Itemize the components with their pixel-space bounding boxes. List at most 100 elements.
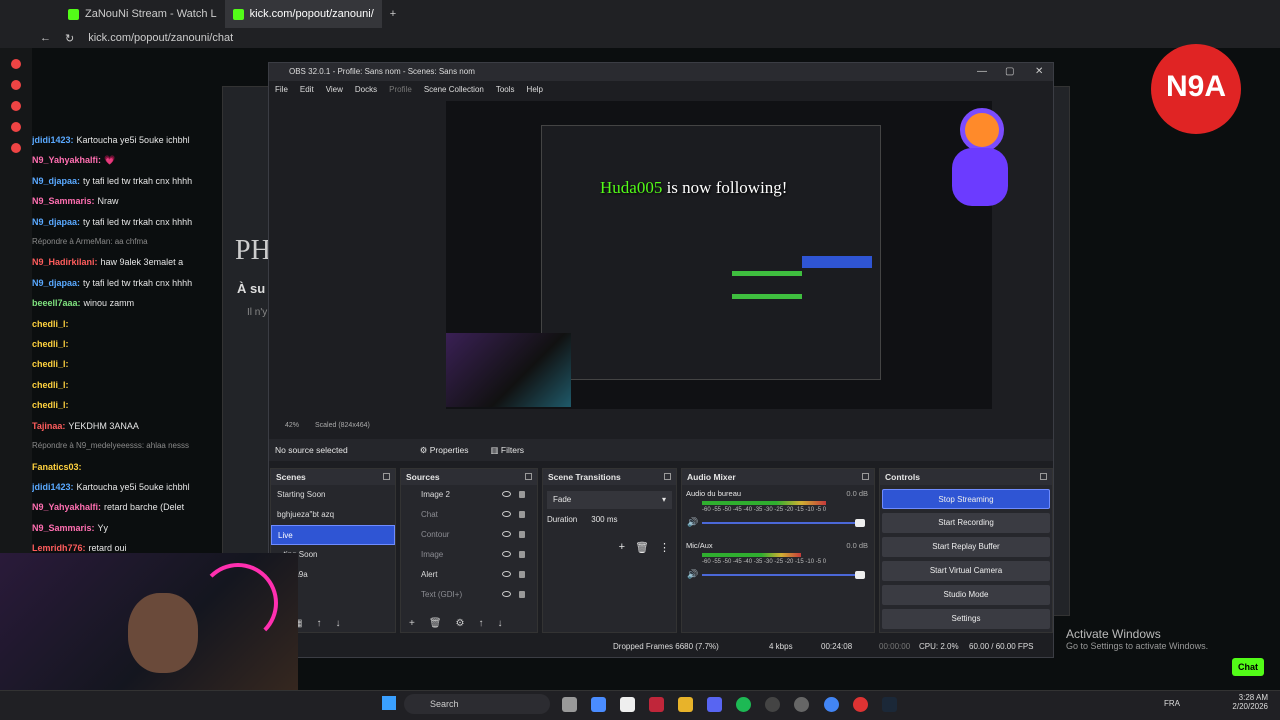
menu-icon[interactable]: ⋮ [659, 541, 670, 554]
menu-file[interactable]: File [275, 81, 288, 99]
menu-docks[interactable]: Docks [355, 81, 377, 99]
store-icon[interactable] [620, 697, 635, 712]
dock-float-icon[interactable] [525, 473, 532, 480]
add-source-icon[interactable]: + [409, 618, 415, 629]
rail-icon[interactable] [11, 59, 21, 69]
windows-start-icon[interactable] [382, 696, 396, 710]
menu-scene-collection[interactable]: Scene Collection [424, 81, 484, 99]
url-text[interactable]: kick.com/popout/zanouni/chat [88, 32, 233, 44]
chat-username[interactable]: N9_djapaa: [32, 217, 80, 227]
scene-item[interactable]: bghjueza"bt azq [271, 505, 395, 525]
file-explorer-icon[interactable] [562, 697, 577, 712]
speaker-icon[interactable]: 🔊 [687, 517, 698, 528]
eye-hidden-icon[interactable] [502, 511, 511, 517]
remove-source-icon[interactable]: 🗑 [429, 618, 442, 629]
menu-profile[interactable]: Profile [389, 81, 412, 99]
remove-transition-icon[interactable]: 🗑 [635, 541, 649, 554]
scale-mode[interactable]: Scaled (824x464) [315, 422, 370, 429]
opera-icon[interactable] [649, 697, 664, 712]
tab-zanouni-stream[interactable]: ZaNouNi Stream - Watch L [60, 0, 225, 28]
dock-float-icon[interactable] [1040, 473, 1047, 480]
scene-item[interactable]: Live [271, 525, 395, 545]
discord-icon[interactable] [707, 697, 722, 712]
eye-icon[interactable] [502, 571, 511, 577]
lock-icon[interactable] [519, 531, 525, 538]
menu-edit[interactable]: Edit [300, 81, 314, 99]
chat-username[interactable]: N9_Hadirkilani: [32, 257, 98, 267]
chat-username[interactable]: jdidi1423: [32, 135, 74, 145]
chat-username[interactable]: chedli_l: [32, 359, 69, 369]
zoom-level[interactable]: 42% [285, 422, 299, 429]
chat-username[interactable]: chedli_l: [32, 319, 69, 329]
source-item[interactable]: Image 2 [401, 485, 537, 505]
dock-float-icon[interactable] [862, 473, 869, 480]
rail-icon[interactable] [11, 143, 21, 153]
filters-button[interactable]: ▥ Filters [491, 439, 525, 461]
lock-icon[interactable] [519, 511, 525, 518]
rail-icon[interactable] [11, 122, 21, 132]
eye-hidden-icon[interactable] [502, 551, 511, 557]
lock-icon[interactable] [519, 491, 525, 498]
move-down-icon[interactable]: ↓ [335, 618, 340, 629]
source-item[interactable]: Alert [401, 565, 537, 585]
source-item[interactable]: Chat [401, 505, 537, 525]
studio-mode-button[interactable]: Studio Mode [882, 585, 1050, 605]
transition-select[interactable]: Fade ▾ [547, 491, 672, 509]
chat-username[interactable]: N9_Yahyakhalfi: [32, 502, 101, 512]
back-icon[interactable]: ← [40, 32, 51, 44]
folder-icon[interactable] [678, 697, 693, 712]
tab-kick-popout[interactable]: kick.com/popout/zanouni/ [224, 0, 382, 28]
eye-hidden-icon[interactable] [502, 531, 511, 537]
move-up-icon[interactable]: ↑ [316, 618, 321, 629]
settings-button[interactable]: Settings [882, 609, 1050, 629]
eye-hidden-icon[interactable] [502, 591, 511, 597]
source-settings-icon[interactable]: ⚙ [456, 618, 465, 629]
chrome-icon[interactable] [824, 697, 839, 712]
chat-username[interactable]: chedli_l: [32, 400, 69, 410]
minimize-icon[interactable]: — [977, 63, 987, 81]
menu-tools[interactable]: Tools [496, 81, 515, 99]
chat-username[interactable]: chedli_l: [32, 380, 69, 390]
source-item[interactable]: Text (GDI+) [401, 585, 537, 605]
chat-username[interactable]: Lemridh776: [32, 543, 86, 553]
lock-icon[interactable] [519, 591, 525, 598]
chat-username[interactable]: N9_djapaa: [32, 278, 80, 288]
maximize-icon[interactable]: ▢ [1005, 63, 1014, 81]
source-item[interactable]: Contour [401, 525, 537, 545]
scene-item[interactable]: Starting Soon [271, 485, 395, 505]
menu-help[interactable]: Help [527, 81, 543, 99]
lock-icon[interactable] [519, 571, 525, 578]
chat-username[interactable]: beeell7aaa: [32, 298, 81, 308]
steam-icon[interactable] [882, 697, 897, 712]
start-recording-button[interactable]: Start Recording [882, 513, 1050, 533]
volume-slider[interactable] [702, 571, 865, 579]
dock-float-icon[interactable] [664, 473, 671, 480]
speedometer-icon[interactable] [794, 697, 809, 712]
lock-icon[interactable] [519, 551, 525, 558]
chat-username[interactable]: N9_Sammaris: [32, 523, 95, 533]
dock-float-icon[interactable] [383, 473, 390, 480]
chat-username[interactable]: Tajinaa: [32, 421, 65, 431]
start-virtual-camera-button[interactable]: Start Virtual Camera [882, 561, 1050, 581]
obs-icon[interactable] [765, 697, 780, 712]
rail-icon[interactable] [11, 101, 21, 111]
start-replay-buffer-button[interactable]: Start Replay Buffer [882, 537, 1050, 557]
add-transition-icon[interactable]: + [619, 541, 625, 554]
rail-icon[interactable] [11, 80, 21, 90]
stop-streaming-button[interactable]: Stop Streaming [882, 489, 1050, 509]
spotify-icon[interactable] [736, 697, 751, 712]
move-down-icon[interactable]: ↓ [498, 618, 503, 629]
address-bar[interactable]: ← ↻ kick.com/popout/zanouni/chat [0, 28, 1280, 48]
source-item[interactable]: Image [401, 545, 537, 565]
obs-preview[interactable] [446, 101, 992, 409]
duration-field[interactable]: 300 ms [591, 515, 617, 524]
eye-icon[interactable] [502, 491, 511, 497]
speaker-icon[interactable]: 🔊 [687, 569, 698, 580]
close-icon[interactable]: ✕ [1035, 63, 1043, 81]
clock[interactable]: 3:28 AM 2/20/2026 [1222, 693, 1268, 711]
chat-username[interactable]: Fanatics03: [32, 462, 82, 472]
copilot-icon[interactable] [591, 697, 606, 712]
volume-slider[interactable] [702, 519, 865, 527]
reload-icon[interactable]: ↻ [65, 32, 74, 45]
language-indicator[interactable]: FRA [1164, 699, 1180, 708]
